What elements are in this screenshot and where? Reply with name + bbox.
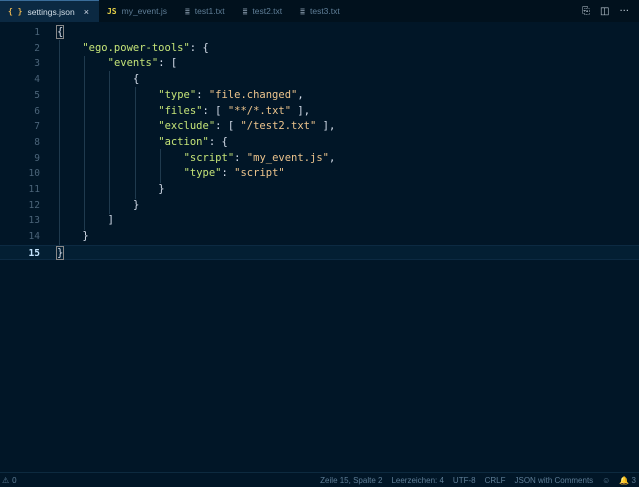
line-number: 10: [28, 168, 40, 180]
line-number: 15: [28, 247, 40, 259]
tab-my-event-js[interactable]: JS my_event.js: [99, 0, 177, 22]
line-number: 11: [28, 184, 40, 195]
close-icon[interactable]: ×: [84, 7, 89, 17]
language-mode[interactable]: JSON with Comments: [514, 476, 593, 485]
code-line[interactable]: 1{: [0, 25, 639, 41]
js-file-icon: JS: [106, 6, 117, 16]
code-line[interactable]: 9 "script": "my_event.js",: [0, 151, 639, 167]
tab-bar: { } settings.json × JS my_event.js ≣ tes…: [0, 0, 639, 22]
code-line[interactable]: 11 }: [0, 182, 639, 198]
encoding[interactable]: UTF-8: [453, 476, 476, 485]
code-line[interactable]: 15}: [0, 244, 639, 261]
line-number: 8: [34, 136, 40, 148]
tab-test1-txt[interactable]: ≣ test1.txt: [177, 0, 235, 22]
line-number: 9: [34, 152, 40, 164]
status-bar: ⚠ 0 Zeile 15, Spalte 2 Leerzeichen: 4 UT…: [0, 472, 639, 487]
line-number: 1: [34, 27, 40, 38]
tab-label: my_event.js: [121, 6, 167, 16]
line-number: 14: [28, 231, 40, 243]
tab-label: settings.json: [27, 6, 75, 17]
code-line[interactable]: 6 "files": [ "**/*.txt" ],: [0, 104, 639, 120]
feedback-icon[interactable]: ☺: [602, 476, 610, 485]
notifications-count: 3: [631, 475, 636, 485]
problems-indicator[interactable]: ⚠ 0: [0, 476, 17, 485]
code-line[interactable]: 12 }: [0, 198, 639, 214]
line-number: 12: [28, 199, 40, 211]
line-number: 13: [28, 215, 40, 227]
code-editor[interactable]: 1{2 "ego.power-tools": {3 "events": [4 {…: [0, 22, 639, 472]
problems-count: 0: [12, 475, 17, 485]
line-number: 3: [34, 58, 40, 70]
tab-label: test2.txt: [252, 6, 283, 16]
code-text: "exclude": [ "/test2.txt" ],: [158, 120, 336, 133]
code-line[interactable]: 7 "exclude": [ "/test2.txt" ],: [0, 119, 639, 135]
more-actions-icon[interactable]: ···: [619, 6, 629, 17]
text-file-icon: ≣: [242, 6, 248, 16]
code-text: }: [82, 230, 89, 243]
code-text: }: [132, 198, 140, 211]
text-file-icon: ≣: [300, 6, 305, 16]
text-file-icon: ≣: [184, 6, 190, 16]
line-number: 4: [34, 74, 40, 86]
end-of-line[interactable]: CRLF: [485, 476, 506, 485]
code-text: "files": [ "**/*.txt" ],: [158, 104, 311, 117]
code-text: "script": "my_event.js",: [183, 151, 336, 164]
code-text: "ego.power-tools": {: [82, 41, 209, 54]
code-text: }: [158, 183, 165, 195]
tab-settings-json[interactable]: { } settings.json ×: [0, 0, 99, 22]
code-line[interactable]: 10 "type": "script": [0, 166, 639, 182]
code-line[interactable]: 5 "type": "file.changed",: [0, 88, 639, 104]
code-text: "action": {: [158, 135, 228, 148]
code-text: }: [56, 245, 65, 260]
tab-test2-txt[interactable]: ≣ test2.txt: [235, 0, 293, 22]
cursor-position[interactable]: Zeile 15, Spalte 2: [320, 476, 382, 485]
tab-label: test1.txt: [194, 6, 225, 16]
tab-label: test3.txt: [309, 6, 340, 16]
code-line[interactable]: 13 ]: [0, 213, 639, 229]
json-file-icon: { }: [8, 7, 23, 16]
line-number: 5: [34, 89, 40, 101]
code-text: {: [56, 25, 65, 39]
code-line[interactable]: 4 {: [0, 72, 639, 88]
editor-actions: ⎘ ◫ ···: [582, 0, 639, 22]
line-number: 7: [34, 121, 40, 133]
code-line[interactable]: 2 "ego.power-tools": {: [0, 41, 639, 57]
code-text: {: [132, 73, 140, 86]
code-text: "type": "file.changed",: [158, 88, 304, 101]
indentation[interactable]: Leerzeichen: 4: [391, 476, 443, 485]
split-editor-icon[interactable]: ◫: [600, 6, 609, 17]
code-line[interactable]: 14 }: [0, 229, 639, 245]
code-text: "type": "script": [183, 167, 285, 180]
code-line[interactable]: 3 "events": [: [0, 56, 639, 72]
code-text: ]: [107, 214, 114, 227]
notifications-indicator[interactable]: 🔔 3: [619, 476, 636, 485]
line-number: 2: [34, 42, 40, 54]
tab-test3-txt[interactable]: ≣ test3.txt: [292, 0, 350, 22]
code-text: "events": [: [107, 57, 178, 70]
line-number: 6: [34, 105, 40, 117]
bell-icon: 🔔: [619, 475, 630, 485]
code-line[interactable]: 8 "action": {: [0, 135, 639, 151]
warning-icon: ⚠: [2, 475, 10, 485]
open-changes-icon[interactable]: ⎘: [582, 6, 590, 17]
